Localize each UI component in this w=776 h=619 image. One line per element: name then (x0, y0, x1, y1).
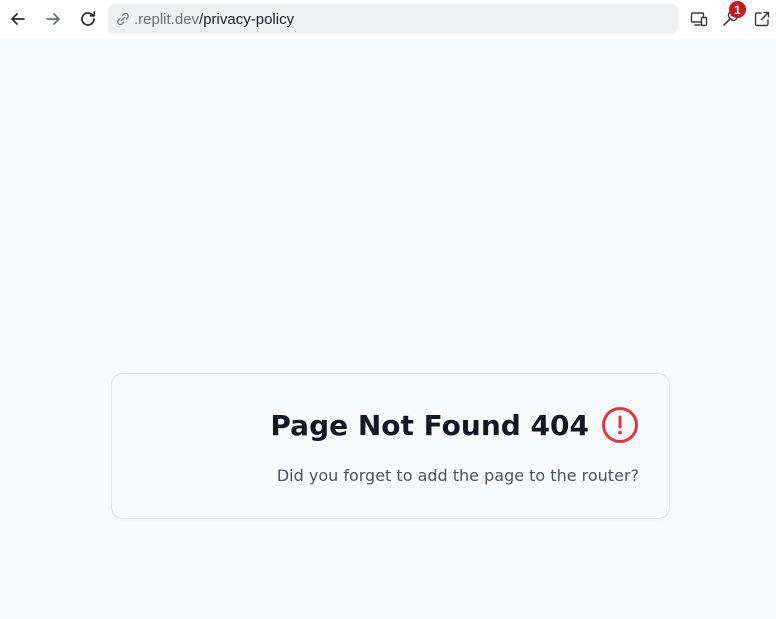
devices-button[interactable] (686, 6, 712, 32)
open-external-icon (754, 11, 770, 27)
alert-circle-icon (601, 406, 639, 444)
address-bar[interactable]: .replit.dev/privacy-policy (108, 4, 678, 34)
devices-icon (690, 12, 708, 27)
url-domain: .replit.dev (134, 10, 200, 28)
reload-button[interactable] (75, 6, 101, 32)
error-message: ?Did you forget to add the page to the r… (276, 466, 639, 485)
reload-icon (81, 11, 96, 26)
back-button[interactable] (5, 6, 31, 32)
open-external-button[interactable] (749, 6, 775, 32)
arrow-left-icon (11, 13, 25, 25)
url-path: /privacy-policy (199, 10, 295, 28)
error-card-header: Page Not Found 404 (270, 406, 639, 444)
page-title: Page Not Found 404 (270, 408, 589, 442)
error-card: Page Not Found 404 ?Did you forget to ad… (111, 373, 670, 519)
tools-button[interactable]: 1 (717, 1, 746, 32)
forward-button[interactable] (40, 6, 66, 32)
arrow-right-icon (46, 13, 60, 25)
browser-toolbar: .replit.dev/privacy-policy 1 (0, 0, 776, 39)
notification-badge: 1 (729, 1, 746, 18)
link-icon (114, 10, 132, 28)
